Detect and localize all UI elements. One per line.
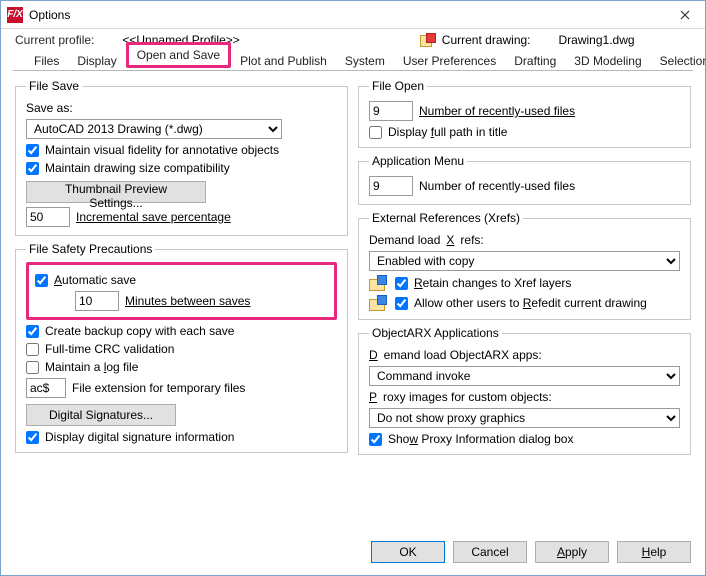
- crc-label: Full-time CRC validation: [45, 342, 174, 356]
- thumbnail-settings-button[interactable]: Thumbnail Preview Settings...: [26, 181, 206, 203]
- group-file-open: File Open Number of recently-used files …: [358, 79, 691, 148]
- legend-xref: External References (Xrefs): [369, 211, 523, 225]
- tab-display[interactable]: Display: [68, 50, 125, 71]
- current-profile-label: Current profile:: [15, 33, 94, 47]
- create-backup-check[interactable]: [26, 325, 39, 338]
- group-xref: External References (Xrefs) Demand load …: [358, 211, 691, 320]
- tab-system[interactable]: System: [336, 50, 394, 71]
- xref-allow-icon: [369, 295, 387, 311]
- arx-demand-combo[interactable]: Command invoke: [369, 366, 680, 386]
- appmenu-nru-input[interactable]: [369, 176, 413, 196]
- maintain-compat-label: Maintain drawing size compatibility: [45, 161, 230, 175]
- xref-retain-icon: [369, 275, 387, 291]
- full-path-label: Display full path in title: [388, 125, 507, 139]
- auto-save-check[interactable]: [35, 274, 48, 287]
- tab-selection[interactable]: Selection: [651, 50, 706, 71]
- incremental-save-label: Incremental save percentage: [76, 210, 231, 224]
- window-title: Options: [29, 8, 70, 22]
- legend-app-menu: Application Menu: [369, 154, 467, 168]
- group-app-menu: Application Menu Number of recently-used…: [358, 154, 691, 205]
- legend-file-open: File Open: [369, 79, 427, 93]
- xref-demand-combo[interactable]: Enabled with copy: [369, 251, 680, 271]
- legend-file-safety: File Safety Precautions: [26, 242, 155, 256]
- digital-signatures-button[interactable]: Digital Signatures...: [26, 404, 176, 426]
- create-backup-label: Create backup copy with each save: [45, 324, 234, 338]
- tab-files[interactable]: Files: [25, 50, 68, 71]
- tab-open-and-save[interactable]: Open and Save: [126, 42, 231, 68]
- autosave-highlight: AAutomatic saveutomatic save Minutes bet…: [26, 262, 337, 320]
- log-file-label: Maintain a log file: [45, 360, 138, 374]
- temp-ext-input[interactable]: [26, 378, 66, 398]
- ok-button[interactable]: OK: [371, 541, 445, 563]
- dialog-footer: OK Cancel Apply Apply Help Help: [1, 531, 705, 575]
- xref-retain-check[interactable]: [395, 277, 408, 290]
- maintain-compat-check[interactable]: [26, 162, 39, 175]
- display-signature-label: Display digital signature information: [45, 430, 234, 444]
- tab-3d-modeling[interactable]: 3D Modeling: [565, 50, 650, 71]
- show-proxy-label: Show Proxy Information dialog box: [388, 432, 573, 446]
- app-icon: F/X: [7, 7, 23, 23]
- save-as-combo[interactable]: AutoCAD 2013 Drawing (*.dwg): [26, 119, 282, 139]
- arx-demand-label: Demand load ObjectARX apps:: [369, 348, 680, 362]
- group-file-safety: File Safety Precautions AAutomatic saveu…: [15, 242, 348, 453]
- tab-body: File Save Save as: AutoCAD 2013 Drawing …: [1, 71, 705, 531]
- tab-strip: Files Display Open and Save Plot and Pub…: [13, 49, 693, 71]
- save-as-label: Save as:: [26, 101, 337, 115]
- tab-plot-and-publish[interactable]: Plot and Publish: [231, 50, 336, 71]
- proxy-images-combo[interactable]: Do not show proxy graphics: [369, 408, 680, 428]
- crc-check[interactable]: [26, 343, 39, 356]
- profile-bar: Current profile: <<Unnamed Profile>> Cur…: [1, 29, 705, 49]
- tab-user-preferences[interactable]: User Preferences: [394, 50, 505, 71]
- temp-ext-label: File extension for temporary files: [72, 381, 245, 395]
- drawing-icon: [420, 33, 436, 47]
- full-path-check[interactable]: [369, 126, 382, 139]
- maintain-fidelity-label: Maintain visual fidelity for annotative …: [45, 143, 279, 157]
- legend-file-save: File Save: [26, 79, 82, 93]
- auto-save-label: AAutomatic saveutomatic save: [54, 273, 136, 287]
- proxy-images-label: Proxy images for custom objects:: [369, 390, 680, 404]
- fileopen-nru-input[interactable]: [369, 101, 413, 121]
- fileopen-nru-label: Number of recently-used files: [419, 104, 575, 118]
- xref-retain-label: Retain changes to Xref layers: [414, 276, 571, 290]
- group-file-save: File Save Save as: AutoCAD 2013 Drawing …: [15, 79, 348, 236]
- titlebar: F/X Options: [1, 1, 705, 29]
- appmenu-nru-label: Number of recently-used files: [419, 179, 575, 193]
- current-drawing-name: Drawing1.dwg: [559, 33, 635, 47]
- log-file-check[interactable]: [26, 361, 39, 374]
- incremental-save-input[interactable]: [26, 207, 70, 227]
- xref-allow-label: Allow other users to Refedit current dra…: [414, 296, 647, 310]
- minutes-between-saves-input[interactable]: [75, 291, 119, 311]
- left-column: File Save Save as: AutoCAD 2013 Drawing …: [15, 79, 348, 531]
- help-button[interactable]: Help: [617, 541, 691, 563]
- xref-allow-check[interactable]: [395, 297, 408, 310]
- cancel-button[interactable]: Cancel: [453, 541, 527, 563]
- show-proxy-check[interactable]: [369, 433, 382, 446]
- current-drawing-label: Current drawing:: [442, 33, 531, 47]
- apply-button[interactable]: Apply: [535, 541, 609, 563]
- display-signature-check[interactable]: [26, 431, 39, 444]
- close-button[interactable]: [665, 1, 705, 28]
- tab-drafting[interactable]: Drafting: [505, 50, 565, 71]
- xref-demand-label: Demand load Xrefs:: [369, 233, 680, 247]
- group-objectarx: ObjectARX Applications Demand load Objec…: [358, 326, 691, 455]
- maintain-fidelity-check[interactable]: [26, 144, 39, 157]
- right-column: File Open Number of recently-used files …: [358, 79, 691, 531]
- close-icon: [680, 10, 690, 20]
- legend-objectarx: ObjectARX Applications: [369, 326, 502, 340]
- minutes-between-saves-label: Minutes between saves: [125, 294, 250, 308]
